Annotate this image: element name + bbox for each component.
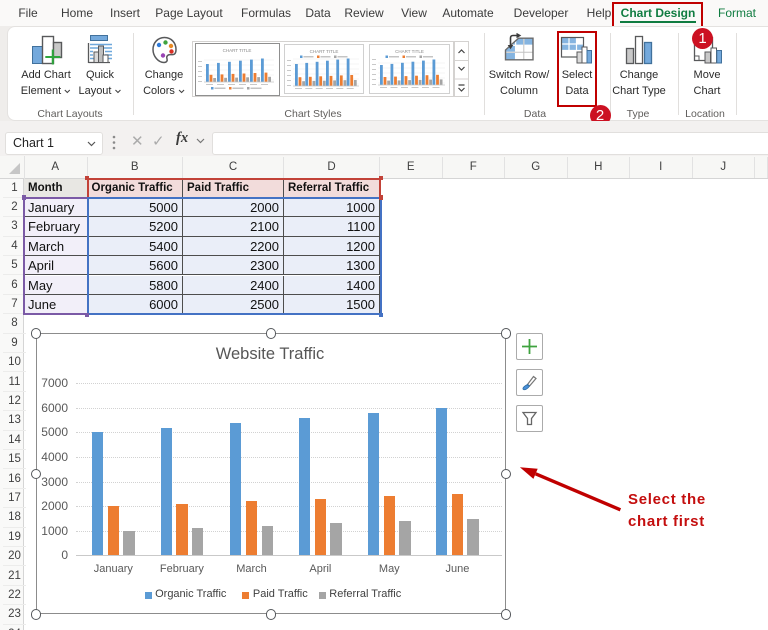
svg-text:CHART TITLE: CHART TITLE (310, 49, 339, 54)
svg-text:CHART TITLE: CHART TITLE (395, 49, 424, 54)
svg-text:CHART TITLE: CHART TITLE (222, 48, 251, 53)
